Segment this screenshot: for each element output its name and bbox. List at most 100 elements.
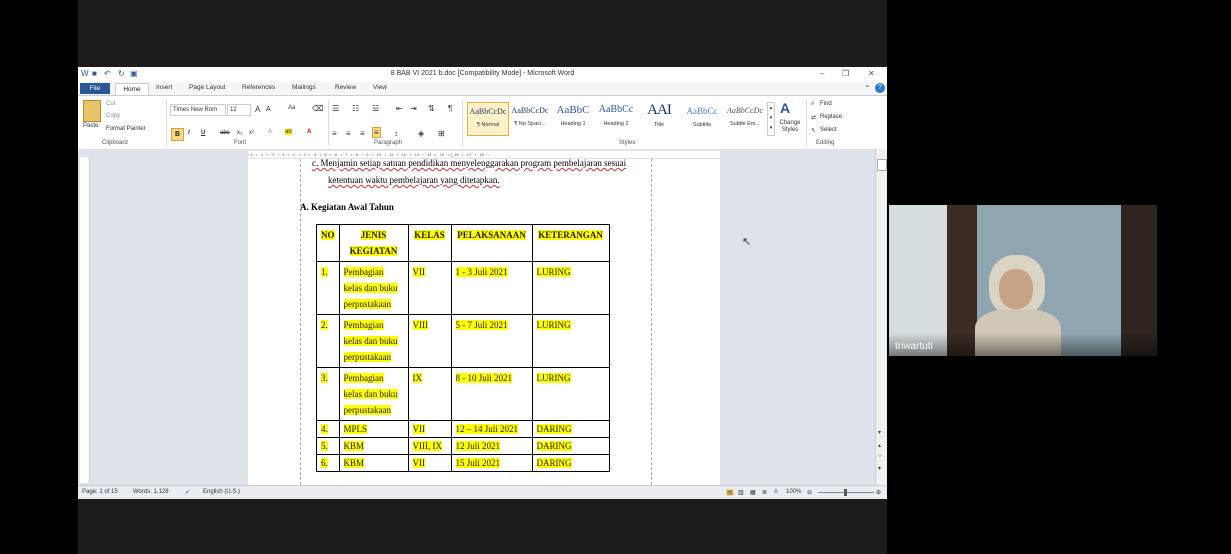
zoom-level[interactable]: 100% (786, 489, 801, 495)
table-header-row: NO JENIS KEGIATAN KELAS PELAKSANAAN KETE… (316, 224, 610, 262)
help-icon[interactable]: ? (875, 83, 885, 93)
shading-icon[interactable]: ◈ (418, 129, 424, 138)
bold-icon[interactable]: B (171, 128, 184, 141)
italic-icon[interactable]: I (188, 130, 190, 136)
align-center-icon[interactable]: ≡ (346, 129, 351, 138)
table-cell: 6. (316, 454, 340, 472)
margin-guide (651, 159, 652, 485)
draft-view-icon[interactable]: ≡ (774, 489, 778, 495)
paste-button[interactable]: Paste (83, 123, 98, 129)
find-icon[interactable]: ⌕ (811, 101, 814, 108)
cut-button[interactable]: Cut (106, 101, 115, 107)
zoom-slider-handle[interactable] (844, 489, 847, 496)
multilevel-list-icon[interactable]: ☱ (372, 104, 379, 113)
full-screen-reading-icon[interactable]: ▥ (738, 489, 744, 496)
body-text-line: c. Menjamin setiap satuan pendidikan men… (312, 158, 627, 168)
line-spacing-icon[interactable]: ↕ (394, 129, 398, 138)
style-normal[interactable]: AaBbCcDc ¶ Normal (467, 102, 509, 136)
highlight-color-icon[interactable]: ab (285, 129, 292, 135)
language-indicator[interactable]: English (U.S.) (203, 489, 240, 495)
zoom-in-icon[interactable]: ⊕ (876, 489, 881, 496)
style-subtle-emphasis[interactable]: AaBbCcDc Subtle Em... (725, 102, 765, 134)
sort-icon[interactable]: ⇅ (428, 104, 435, 113)
superscript-icon[interactable]: x² (249, 130, 254, 136)
style-heading-1[interactable]: AaBbC Heading 1 (553, 102, 593, 134)
font-size-select[interactable]: 12 (227, 104, 251, 116)
format-painter-button[interactable]: Format Painter (106, 126, 146, 132)
change-styles-button[interactable]: Change Styles (777, 120, 803, 134)
subscript-icon[interactable]: x₂ (237, 130, 242, 136)
increase-indent-icon[interactable]: ⇥ (410, 104, 417, 113)
tab-file[interactable]: File (80, 83, 110, 94)
find-button[interactable]: Find (820, 101, 832, 107)
proofing-icon[interactable]: ✓ (185, 489, 190, 496)
table-row: 6. KBM VII 15 Juli 2021 DARING (316, 454, 610, 472)
table-row: 1. Pembagian kelas dan buku perpustakaan… (316, 261, 610, 315)
change-case-icon[interactable]: Aa (288, 105, 295, 111)
align-right-icon[interactable]: ≡ (360, 129, 365, 138)
underline-icon[interactable]: U (201, 130, 205, 136)
word-count[interactable]: Words: 1,128 (133, 489, 169, 495)
scrollbar-thumb[interactable] (877, 159, 887, 171)
style-no-spacing[interactable]: AaBbCcDc ¶ No Spaci... (510, 102, 550, 134)
restore-icon[interactable]: ❐ (842, 69, 849, 78)
table-row: 3. Pembagian kelas dan buku perpustakaan… (316, 367, 610, 421)
clear-formatting-icon[interactable]: ⌫ (312, 104, 323, 113)
next-page-icon[interactable]: ▾ (878, 465, 881, 472)
previous-page-icon[interactable]: ▴ (878, 442, 881, 449)
vertical-ruler[interactable] (80, 157, 90, 483)
select-button[interactable]: Select (820, 127, 837, 133)
bullets-icon[interactable]: ☰ (332, 104, 339, 113)
page-count[interactable]: Page: 1 of 15 (82, 489, 118, 495)
shrink-font-icon[interactable]: A (266, 106, 271, 113)
font-color-icon[interactable]: A (307, 129, 311, 135)
close-icon[interactable]: ✕ (868, 69, 875, 78)
zoom-out-icon[interactable]: ⊖ (807, 489, 812, 496)
select-icon[interactable]: ↖ (811, 127, 816, 134)
collapse-ribbon-icon[interactable]: ⌃ (864, 84, 871, 93)
replace-button[interactable]: Replace (820, 114, 842, 120)
minimize-icon[interactable]: – (820, 69, 824, 78)
style-title[interactable]: AAI Title (639, 102, 679, 134)
table-cell: LURING (531, 314, 610, 368)
text-effects-icon[interactable]: A (268, 129, 272, 135)
web-layout-icon[interactable]: ▦ (750, 489, 756, 496)
replace-icon[interactable]: ⇄ (811, 114, 816, 121)
style-subtitle[interactable]: AaBbCc Subtitle (682, 102, 722, 134)
horizontal-ruler[interactable]: · 2 · ı · 1 · ı · ▽ · ı · 1 · ı · 2 · ı … (248, 151, 720, 158)
table-cell: 1. (316, 261, 340, 315)
align-left-icon[interactable]: ≡ (332, 129, 337, 138)
browse-object-icon[interactable]: ○ (878, 453, 882, 459)
change-styles-icon[interactable]: A (780, 100, 790, 116)
numbering-icon[interactable]: ☷ (352, 104, 359, 113)
show-formatting-icon[interactable]: ¶ (448, 104, 452, 113)
font-name-select[interactable]: Times New Rom (170, 104, 226, 116)
strikethrough-icon[interactable]: abc (220, 130, 230, 136)
document-page[interactable]: c. Menjamin setiap satuan pendidikan men… (248, 158, 720, 485)
tab-page-layout[interactable]: Page Layout (189, 84, 226, 91)
tab-review[interactable]: Review (335, 84, 356, 91)
paste-icon[interactable] (83, 100, 101, 122)
clipboard-group-label: Clipboard (102, 140, 128, 146)
borders-icon[interactable]: ⊞ (438, 129, 445, 138)
table-header-cell: JENIS KEGIATAN (338, 224, 409, 262)
vertical-scrollbar[interactable]: ▾ ▴ ○ ▾ (875, 149, 887, 485)
tab-mailings[interactable]: Mailings (292, 84, 316, 91)
tab-insert[interactable]: Insert (156, 84, 172, 91)
justify-icon[interactable]: ≡ (372, 127, 381, 138)
style-heading-2[interactable]: AaBbCc Heading 2 (596, 102, 636, 134)
outline-view-icon[interactable]: ≣ (762, 489, 767, 496)
tab-references[interactable]: References (242, 84, 275, 91)
styles-scroll-icon[interactable]: ▴ ▾ ▾ (767, 102, 775, 136)
participant-video[interactable]: triwartuti (889, 205, 1157, 356)
divider (462, 100, 463, 146)
grow-font-icon[interactable]: A (255, 105, 260, 114)
decrease-indent-icon[interactable]: ⇤ (396, 104, 403, 113)
copy-button[interactable]: Copy (106, 113, 120, 119)
body-text-line: ketentuan waktu pembelajaran yang diteta… (328, 175, 500, 185)
print-layout-view-icon[interactable]: ▤ (726, 489, 734, 496)
tab-view[interactable]: View (373, 84, 387, 91)
table-cell: VII (407, 261, 452, 315)
scroll-down-icon[interactable]: ▾ (878, 429, 881, 436)
table-cell: VII (407, 454, 452, 472)
